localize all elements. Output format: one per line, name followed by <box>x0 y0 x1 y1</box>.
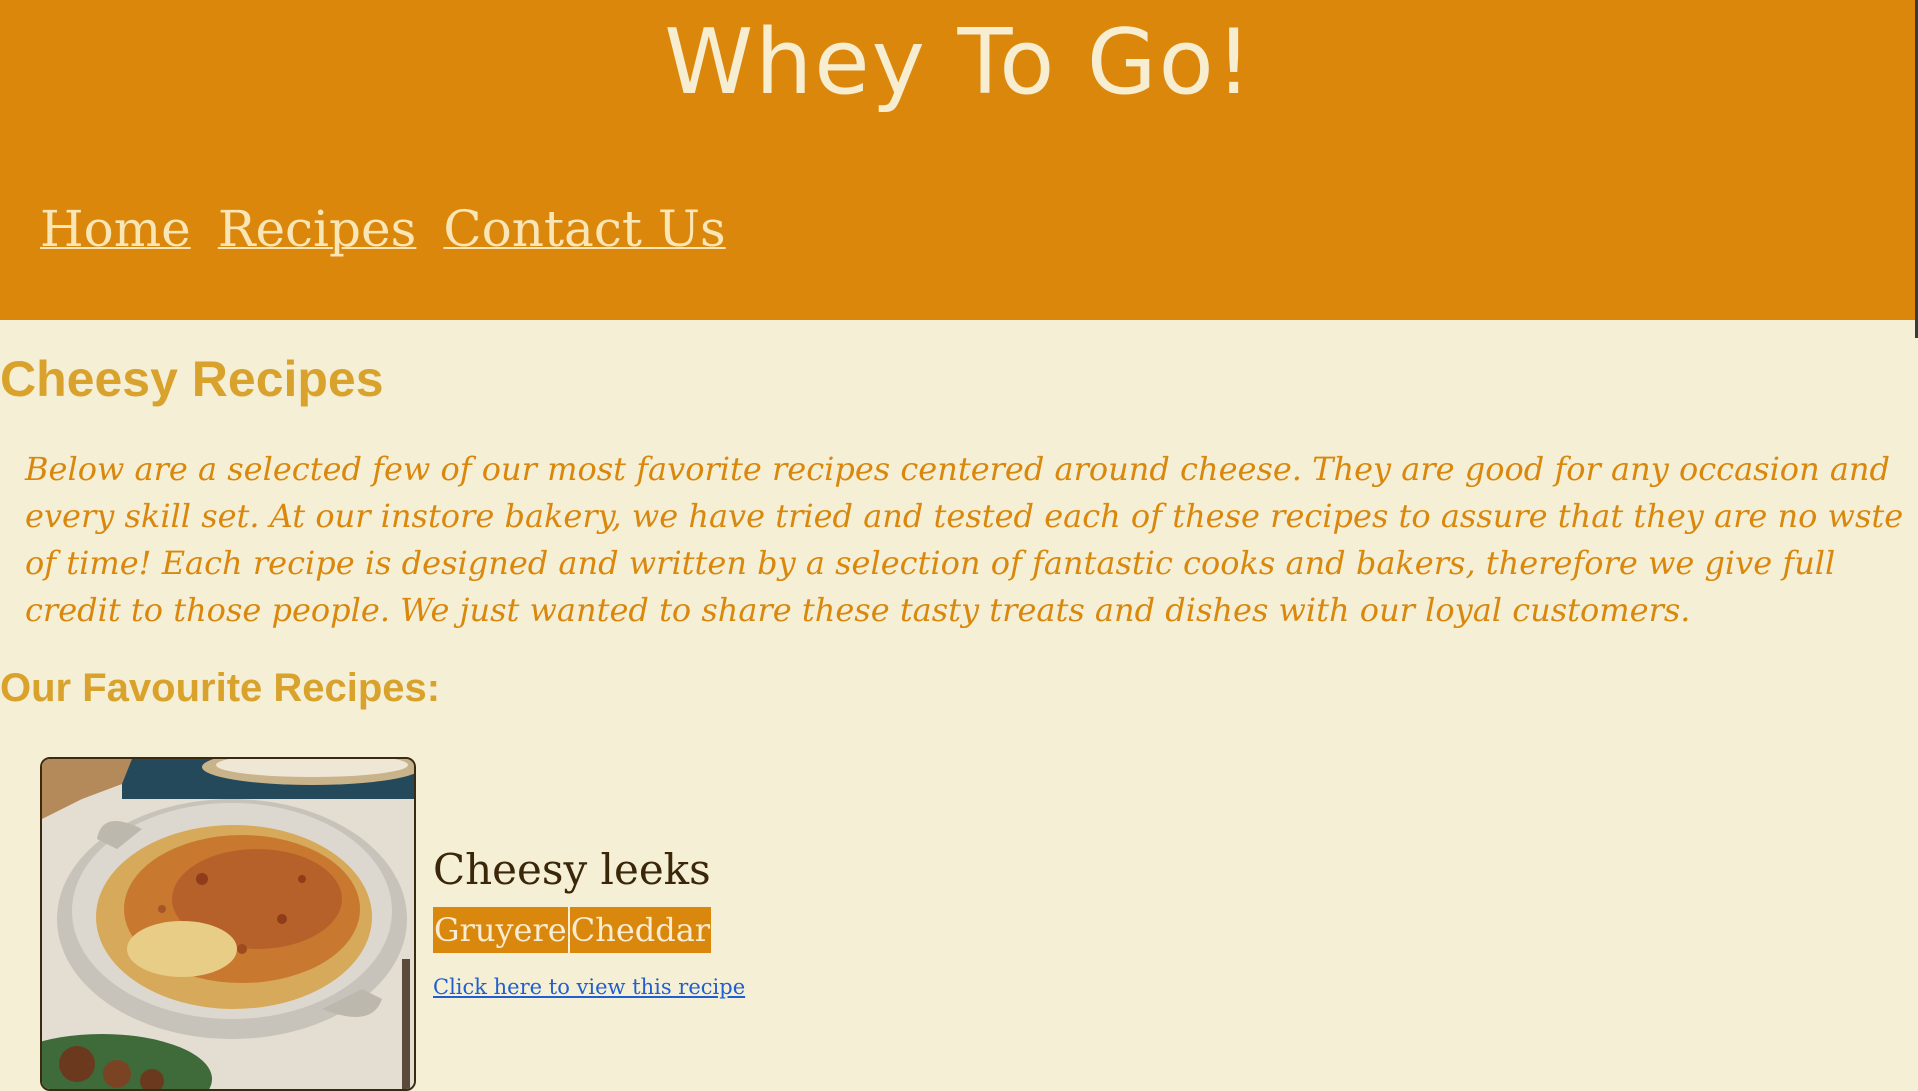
nav-home-link[interactable]: Home <box>40 200 191 258</box>
tag-gruyere: Gruyere <box>433 907 568 953</box>
recipe-title: Cheesy leeks <box>433 845 711 894</box>
site-header: Whey To Go! Home Recipes Contact Us <box>0 0 1918 320</box>
photo-of-baked-leek-gratin-icon <box>42 759 414 1089</box>
intro-paragraph: Below are a selected few of our most fav… <box>25 450 1904 629</box>
nav-contact-link[interactable]: Contact Us <box>443 200 725 258</box>
site-title: Whey To Go! <box>664 10 1254 115</box>
recipe-image[interactable] <box>40 757 416 1091</box>
favourites-heading: Our Favourite Recipes: <box>0 666 441 710</box>
view-recipe-link[interactable]: Click here to view this recipe <box>433 975 745 999</box>
page-heading: Cheesy Recipes <box>0 351 384 407</box>
main-nav: Home Recipes Contact Us <box>40 200 748 258</box>
tag-cheddar: Cheddar <box>569 907 712 953</box>
nav-recipes-link[interactable]: Recipes <box>218 200 417 258</box>
recipe-tags: Gruyere Cheddar <box>433 907 713 953</box>
